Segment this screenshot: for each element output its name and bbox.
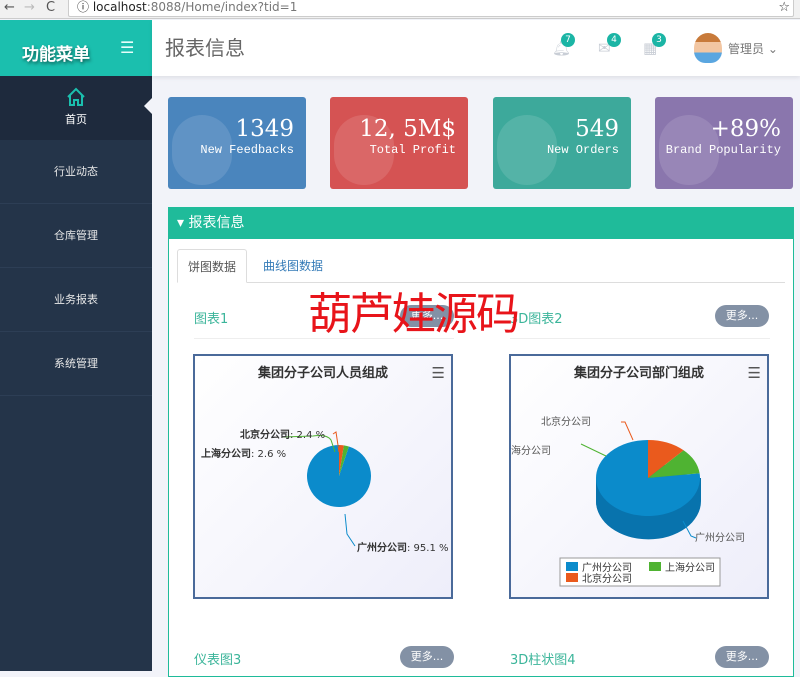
legend-item: 北京分公司 bbox=[582, 572, 632, 585]
more-button[interactable]: 更多... bbox=[715, 646, 769, 668]
panel-header: ▾ 报表信息 bbox=[169, 208, 793, 239]
sidebar-item-home[interactable]: 首页 bbox=[0, 76, 152, 140]
stat-label: New Feedbacks bbox=[200, 143, 294, 157]
mail-icon[interactable]: ✉︎ 4 bbox=[598, 33, 621, 57]
task-badge: 3 bbox=[652, 33, 666, 47]
browser-bar: ← → C ⓘ localhost:8088/Home/index?tid=1 … bbox=[0, 0, 800, 19]
user-name: 管理员 bbox=[728, 42, 765, 56]
legend-item: 广州分公司 bbox=[582, 562, 632, 574]
section-title-chart3: 仪表图3 bbox=[194, 653, 242, 668]
pie-chart-staff: 集团分子公司人员组成 ☰ 广州分公司: 95.1 % 上海分公司: 2.6 % 北京… bbox=[193, 354, 453, 599]
stat-card-popularity[interactable]: +89% Brand Popularity bbox=[655, 97, 793, 189]
url-host: localhost bbox=[92, 0, 147, 14]
filter-icon: ▾ bbox=[177, 215, 185, 231]
message-badge: 4 bbox=[607, 33, 621, 47]
sidebar-item-warehouse[interactable]: 仓库管理 bbox=[0, 204, 152, 268]
section-title-chart1: 图表1 bbox=[194, 312, 229, 327]
avatar[interactable] bbox=[694, 33, 722, 63]
tab-pie-data[interactable]: 饼图数据 bbox=[177, 249, 248, 283]
stat-value: 549 bbox=[575, 116, 619, 142]
connector bbox=[580, 443, 607, 457]
data-label: 北京分公司: 2.4 % bbox=[240, 428, 325, 441]
page-title: 报表信息 bbox=[165, 36, 245, 60]
sidebar-item-reports[interactable]: 业务报表 bbox=[0, 268, 152, 332]
connector bbox=[621, 421, 634, 441]
forward-icon[interactable]: → bbox=[24, 0, 35, 15]
stat-value: 1349 bbox=[235, 116, 294, 142]
watermark: 葫芦娃源码 bbox=[308, 289, 520, 340]
sidebar: 首页 行业动态 仓库管理 业务报表 系统管理 bbox=[0, 76, 152, 671]
data-label: 北京分公司 bbox=[541, 415, 591, 428]
legend-swatch bbox=[566, 562, 578, 571]
data-label: 广州分公司: 95.1 % bbox=[357, 541, 449, 554]
sidebar-title: 功能菜单 bbox=[22, 45, 90, 65]
sidebar-item-industry[interactable]: 行业动态 bbox=[0, 140, 152, 204]
menu-toggle-icon[interactable]: ☰ bbox=[120, 38, 134, 57]
panel-title: 报表信息 bbox=[188, 215, 245, 231]
back-icon[interactable]: ← bbox=[4, 0, 15, 15]
divider bbox=[510, 338, 770, 339]
legend-item: 上海分公司 bbox=[665, 561, 715, 574]
bookmark-star-icon[interactable]: ☆ bbox=[778, 0, 790, 15]
bell-icon[interactable]: 🔔︎ 7 bbox=[552, 33, 575, 57]
stat-label: New Orders bbox=[546, 143, 619, 157]
home-icon bbox=[67, 87, 85, 106]
address-bar[interactable]: ⓘ localhost:8088/Home/index?tid=1 bbox=[68, 0, 794, 17]
stat-card-feedbacks[interactable]: 1349 New Feedbacks bbox=[168, 97, 306, 189]
data-label: 广州分公司 bbox=[695, 532, 745, 544]
stat-label: Total Profit bbox=[369, 143, 456, 157]
more-button[interactable]: 更多... bbox=[400, 646, 454, 668]
data-label: 海分公司 bbox=[511, 444, 551, 457]
top-header: 报表信息 🔔︎ 7 ✉︎ 4 ▦ 3 管理员 ⌄ bbox=[152, 20, 800, 76]
sidebar-item-label: 首页 bbox=[65, 113, 87, 126]
stat-label: Brand Popularity bbox=[665, 143, 781, 157]
pie-chart-departments: 集团分子公司部门组成 ☰ 广州分公司 海分公司 北京分公司 广州分公司 上海分公司 北京分… bbox=[509, 354, 769, 599]
legend-swatch bbox=[649, 562, 661, 571]
legend-swatch bbox=[566, 573, 578, 582]
stat-card-profit[interactable]: 12, 5M$ Total Profit bbox=[330, 97, 468, 189]
stat-card-orders[interactable]: 549 New Orders bbox=[493, 97, 631, 189]
user-menu[interactable]: 管理员 ⌄ bbox=[728, 40, 778, 57]
sidebar-item-system[interactable]: 系统管理 bbox=[0, 332, 152, 396]
stat-value: 12, 5M$ bbox=[359, 116, 456, 142]
section-title-chart4: 3D柱状图4 bbox=[510, 653, 576, 668]
sidebar-header: 功能菜单 ☰ bbox=[0, 20, 152, 76]
calendar-icon[interactable]: ▦ 3 bbox=[643, 33, 666, 57]
connector bbox=[344, 513, 356, 547]
notification-badge: 7 bbox=[561, 33, 575, 47]
data-label: 上海分公司: 2.6 % bbox=[201, 447, 286, 460]
url-path: :8088/Home/index?tid=1 bbox=[146, 0, 298, 14]
reload-icon[interactable]: C bbox=[46, 0, 55, 15]
more-button[interactable]: 更多... bbox=[715, 305, 769, 327]
stat-value: +89% bbox=[710, 116, 781, 142]
